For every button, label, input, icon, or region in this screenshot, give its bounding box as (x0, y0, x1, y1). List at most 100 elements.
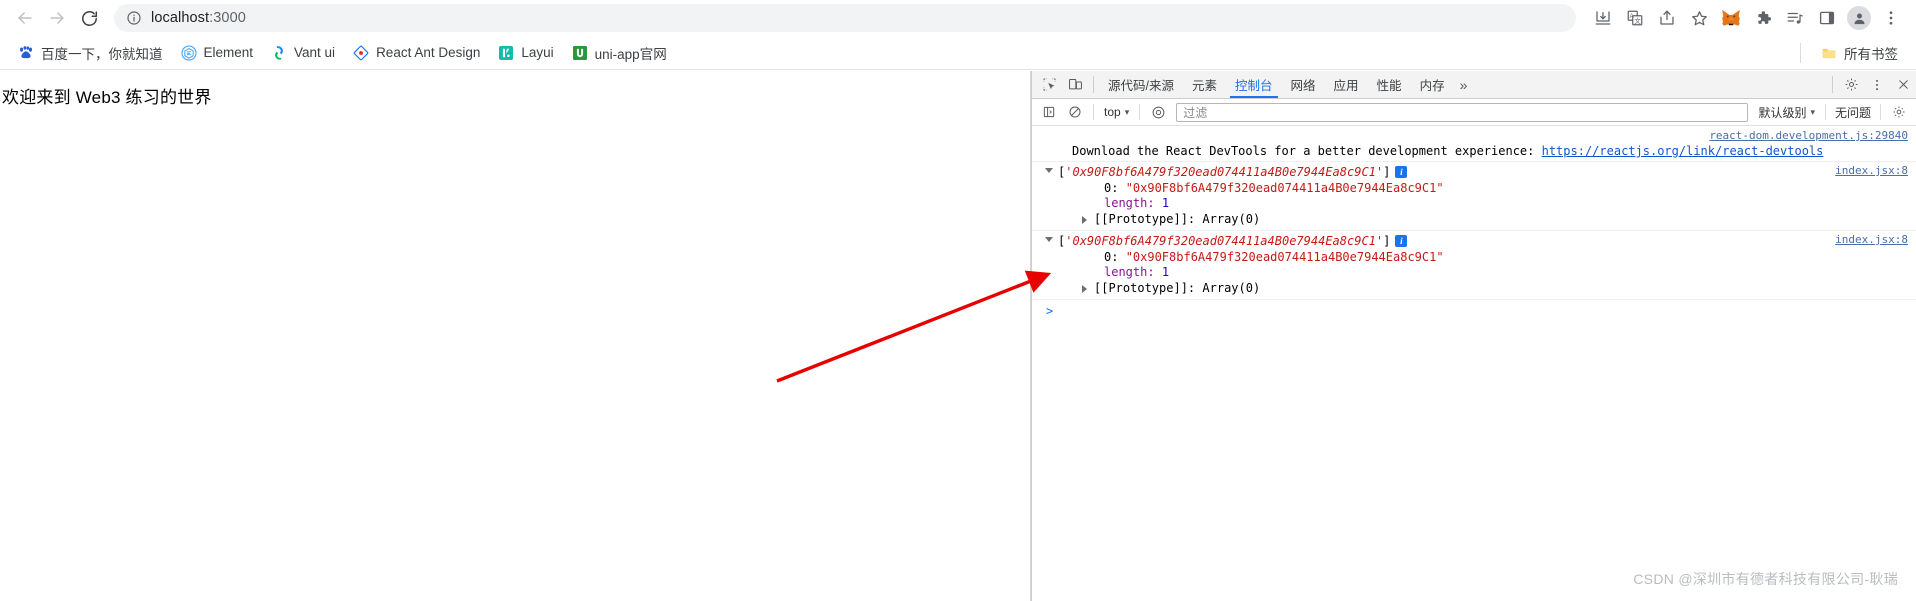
array-item-value: "0x90F8bf6A479f320ead074411a4B0e7944Ea8c… (1125, 249, 1444, 264)
address-bar-text: localhost:3000 (151, 10, 246, 26)
clear-console-icon[interactable] (1063, 101, 1087, 123)
all-bookmarks-label: 所有书签 (1844, 46, 1898, 62)
devtools-kebab-menu-icon[interactable] (1864, 71, 1890, 98)
array-length-key: length: (1104, 265, 1155, 279)
tab-performance[interactable]: 性能 (1368, 71, 1411, 98)
bookmark-element[interactable]: Element (173, 42, 262, 64)
share-icon[interactable] (1652, 3, 1682, 33)
chevron-down-icon: ▾ (1124, 106, 1130, 117)
forward-button[interactable] (42, 3, 72, 33)
chrome-menu-icon[interactable] (1876, 3, 1906, 33)
bookmark-uniapp[interactable]: uni-app官网 (564, 40, 675, 66)
react-devtools-link[interactable]: https://reactjs.org/link/react-devtools (1542, 144, 1824, 158)
extensions-puzzle-icon[interactable] (1748, 3, 1778, 33)
translate-icon[interactable]: 文A (1620, 3, 1650, 33)
device-toolbar-icon[interactable] (1062, 71, 1088, 98)
console-settings-gear-icon[interactable] (1887, 101, 1911, 123)
array-length-value: 1 (1161, 196, 1170, 210)
settings-gear-icon[interactable] (1838, 71, 1864, 98)
console-prompt[interactable]: > (1032, 300, 1916, 322)
array-preview[interactable]: ['0x90F8bf6A479f320ead074411a4B0e7944Ea8… (1058, 234, 1908, 250)
info-circle-icon[interactable] (126, 10, 142, 26)
vant-icon (275, 45, 283, 60)
address-bar[interactable]: localhost:3000 (114, 4, 1576, 32)
toolbar-icon-group: 文A (1588, 3, 1906, 33)
expand-triangle-icon[interactable] (1082, 284, 1087, 293)
all-bookmarks-button[interactable]: 所有书签 (1813, 40, 1906, 66)
console-sidebar-toggle-icon[interactable] (1037, 101, 1061, 123)
issues-status[interactable]: 无问题 (1832, 104, 1874, 121)
bookmark-layui[interactable]: Layui (490, 42, 561, 64)
downloads-icon[interactable] (1588, 3, 1618, 33)
array-preview[interactable]: ['0x90F8bf6A479f320ead074411a4B0e7944Ea8… (1058, 165, 1908, 181)
tab-network[interactable]: 网络 (1282, 71, 1325, 98)
filter-placeholder: 过滤 (1183, 105, 1208, 120)
media-playlist-icon[interactable] (1780, 3, 1810, 33)
message-source-link[interactable]: index.jsx:8 (1835, 164, 1908, 177)
browser-window: localhost:3000 文A 百度一下，你就知道 Element Vant… (0, 0, 1916, 601)
chevron-down-icon: ▾ (1810, 106, 1815, 117)
inspect-element-icon[interactable] (1036, 71, 1062, 98)
tab-label: 网络 (1290, 79, 1316, 93)
reload-icon (80, 9, 99, 28)
url-port: :3000 (209, 10, 246, 26)
tab-sources[interactable]: 源代码/来源 (1099, 71, 1183, 98)
profile-avatar-icon[interactable] (1844, 3, 1874, 33)
tab-label: 性能 (1376, 79, 1402, 93)
csdn-watermark: CSDN @深圳市有德者科技有限公司-耿瑞 (1633, 571, 1898, 587)
more-tabs-icon[interactable]: » (1454, 71, 1474, 98)
tab-elements[interactable]: 元素 (1183, 71, 1226, 98)
array-prototype-row[interactable]: [[Prototype]]: Array(0) (1058, 212, 1908, 228)
expand-triangle-icon[interactable] (1045, 237, 1053, 246)
bookmark-vant-ui[interactable]: Vant ui (263, 42, 343, 64)
uniapp-icon (572, 45, 587, 60)
bookmark-react-ant-design[interactable]: React Ant Design (345, 42, 488, 64)
side-panel-icon[interactable] (1812, 3, 1842, 33)
expand-triangle-icon[interactable] (1082, 215, 1087, 224)
ant-design-icon (353, 45, 369, 60)
prototype-key: [[Prototype]]: (1094, 280, 1196, 295)
live-expression-eye-icon[interactable] (1146, 101, 1170, 123)
folder-icon (1822, 48, 1836, 58)
tab-application[interactable]: 应用 (1325, 71, 1368, 98)
element-ui-icon (180, 44, 197, 61)
tab-memory[interactable]: 内存 (1411, 71, 1454, 98)
close-devtools-icon[interactable] (1890, 71, 1916, 98)
svg-text:文: 文 (1634, 16, 1641, 25)
array-preview-value: 0x90F8bf6A479f320ead074411a4B0e7944Ea8c9… (1072, 234, 1376, 248)
tab-label: 应用 (1333, 79, 1359, 93)
forward-arrow-icon (47, 8, 67, 28)
info-badge-icon[interactable]: i (1395, 166, 1408, 178)
tab-label: 元素 (1191, 79, 1217, 93)
page-title: 欢迎来到 Web3 练习的世界 (2, 88, 212, 107)
tab-label: 内存 (1419, 79, 1445, 93)
message-source-link[interactable]: index.jsx:8 (1835, 233, 1908, 246)
array-item-0: 0: "0x90F8bf6A479f320ead074411a4B0e7944E… (1058, 181, 1908, 197)
console-message-array-1: index.jsx:8 ['0x90F8bf6A479f320ead074411… (1032, 162, 1916, 231)
array-prototype-row[interactable]: [[Prototype]]: Array(0) (1058, 281, 1908, 297)
bookmark-star-icon[interactable] (1684, 3, 1714, 33)
metamask-extension-icon[interactable] (1716, 3, 1746, 33)
log-level-selector[interactable]: 默认级别 ▾ (1754, 102, 1819, 123)
message-source-link[interactable]: react-dom.development.js:29840 (1709, 128, 1908, 143)
tab-console[interactable]: 控制台 (1226, 71, 1282, 98)
back-button[interactable] (10, 3, 40, 33)
baidu-icon (20, 45, 32, 58)
divider (1824, 104, 1826, 120)
console-filter-input[interactable]: 过滤 (1176, 102, 1749, 122)
console-message-list[interactable]: react-dom.development.js:29840 Download … (1032, 126, 1916, 601)
message-text-before: Download the React DevTools for a better… (1072, 144, 1542, 158)
execution-context-selector[interactable]: top ▾ (1100, 103, 1133, 121)
array-length-key: length: (1104, 196, 1155, 210)
reload-button[interactable] (74, 3, 104, 33)
info-badge-icon[interactable]: i (1395, 235, 1408, 247)
browser-toolbar: localhost:3000 文A (0, 0, 1916, 36)
bookmark-baidu[interactable]: 百度一下，你就知道 (10, 40, 171, 66)
expand-triangle-icon[interactable] (1045, 168, 1053, 177)
context-label: top (1104, 105, 1121, 119)
divider (1139, 104, 1141, 120)
console-toolbar: top ▾ 过滤 默认级别 ▾ 无问题 (1032, 99, 1916, 126)
array-length-value: 1 (1161, 265, 1170, 279)
layui-icon (499, 45, 514, 60)
console-message-react-devtools: react-dom.development.js:29840 Download … (1032, 126, 1916, 162)
